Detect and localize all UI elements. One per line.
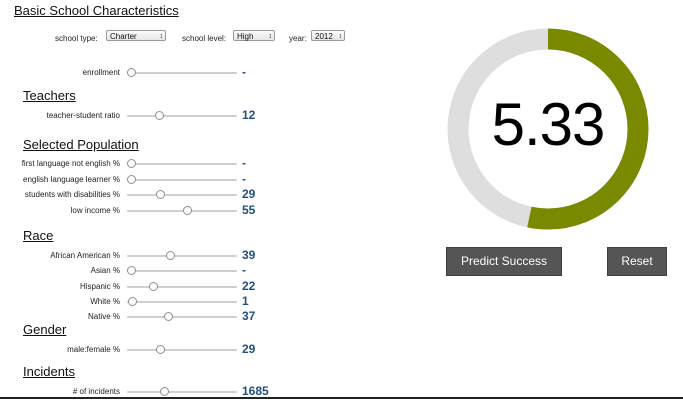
population-slider-3[interactable] bbox=[127, 206, 237, 215]
population-value-1: - bbox=[242, 172, 246, 186]
race-slider-4[interactable] bbox=[127, 312, 237, 321]
incidents-slider[interactable] bbox=[127, 387, 237, 396]
slider-thumb[interactable] bbox=[127, 266, 136, 275]
slider-thumb[interactable] bbox=[182, 206, 192, 215]
teacher-student-ratio-slider[interactable] bbox=[127, 111, 237, 120]
slider-thumb[interactable] bbox=[164, 312, 174, 321]
slider-thumb[interactable] bbox=[155, 111, 165, 120]
section-title-population: Selected Population bbox=[23, 137, 139, 152]
male-female-value: 29 bbox=[242, 342, 256, 356]
race-slider-2[interactable] bbox=[127, 282, 237, 291]
select-arrows-icon: ↕ bbox=[338, 33, 343, 40]
race-slider-3[interactable] bbox=[127, 297, 237, 306]
school-type-select[interactable]: Charter ↕ bbox=[106, 30, 166, 41]
male-female-slider[interactable] bbox=[127, 345, 237, 354]
school-level-value: High bbox=[237, 32, 254, 41]
enrollment-slider[interactable] bbox=[127, 68, 237, 77]
population-slider-2[interactable] bbox=[127, 190, 237, 199]
slider-thumb[interactable] bbox=[127, 68, 136, 77]
incidents-value: 1685 bbox=[242, 384, 269, 398]
slider-thumb[interactable] bbox=[160, 387, 170, 396]
population-label-3: low income % bbox=[70, 206, 120, 215]
population-label-1: english language learner % bbox=[23, 175, 120, 184]
population-slider-0[interactable] bbox=[127, 159, 237, 168]
race-label-4: Native % bbox=[87, 312, 120, 321]
slider-thumb[interactable] bbox=[149, 282, 159, 291]
select-arrows-icon: ↕ bbox=[159, 33, 164, 40]
incidents-label: # of incidents bbox=[72, 387, 120, 396]
school-level-select[interactable]: High ↕ bbox=[233, 30, 275, 41]
race-label-1: Asian % bbox=[90, 266, 120, 275]
race-value-4: 37 bbox=[242, 309, 256, 323]
teacher-student-ratio-label: teacher-student ratio bbox=[46, 111, 120, 120]
school-level-label: school level: bbox=[182, 34, 227, 43]
population-label-2: students with disabilities % bbox=[24, 190, 120, 199]
race-slider-0[interactable] bbox=[127, 251, 237, 260]
race-label-3: White % bbox=[90, 297, 120, 306]
bottom-border bbox=[0, 397, 683, 399]
race-value-3: 1 bbox=[242, 294, 249, 308]
score-gauge bbox=[447, 28, 649, 230]
population-value-0: - bbox=[242, 156, 246, 170]
race-value-2: 22 bbox=[242, 279, 256, 293]
slider-thumb[interactable] bbox=[156, 190, 166, 199]
year-value: 2012 bbox=[315, 32, 333, 41]
race-value-1: - bbox=[242, 263, 246, 277]
slider-thumb[interactable] bbox=[127, 175, 136, 184]
male-female-label: male:female % bbox=[67, 345, 120, 354]
race-label-0: African American % bbox=[50, 251, 120, 260]
population-value-2: 29 bbox=[242, 187, 256, 201]
enrollment-value: - bbox=[242, 65, 246, 79]
population-label-0: first language not english % bbox=[21, 159, 120, 168]
population-value-3: 55 bbox=[242, 203, 256, 217]
section-title-incidents: Incidents bbox=[23, 364, 76, 379]
race-slider-1[interactable] bbox=[127, 266, 237, 275]
section-title-race: Race bbox=[23, 228, 54, 243]
section-title-gender: Gender bbox=[23, 322, 67, 337]
slider-thumb[interactable] bbox=[156, 345, 166, 354]
enrollment-label: enrollment bbox=[82, 68, 120, 77]
race-value-0: 39 bbox=[242, 248, 256, 262]
year-label: year: bbox=[289, 34, 307, 43]
slider-thumb[interactable] bbox=[127, 159, 136, 168]
slider-thumb[interactable] bbox=[128, 297, 137, 306]
teacher-student-ratio-value: 12 bbox=[242, 108, 256, 122]
year-select[interactable]: 2012 ↕ bbox=[311, 30, 345, 41]
race-label-2: Hispanic % bbox=[79, 282, 120, 291]
predict-success-button[interactable]: Predict Success bbox=[446, 247, 562, 276]
slider-thumb[interactable] bbox=[166, 251, 176, 260]
section-title-basic: Basic School Characteristics bbox=[14, 3, 179, 18]
school-type-label: school type: bbox=[55, 34, 98, 43]
population-slider-1[interactable] bbox=[127, 175, 237, 184]
section-title-teachers: Teachers bbox=[23, 88, 76, 103]
reset-button[interactable]: Reset bbox=[607, 247, 667, 276]
select-arrows-icon: ↕ bbox=[268, 33, 273, 40]
score-value: 5.33 bbox=[491, 91, 606, 158]
school-type-value: Charter bbox=[110, 32, 137, 41]
